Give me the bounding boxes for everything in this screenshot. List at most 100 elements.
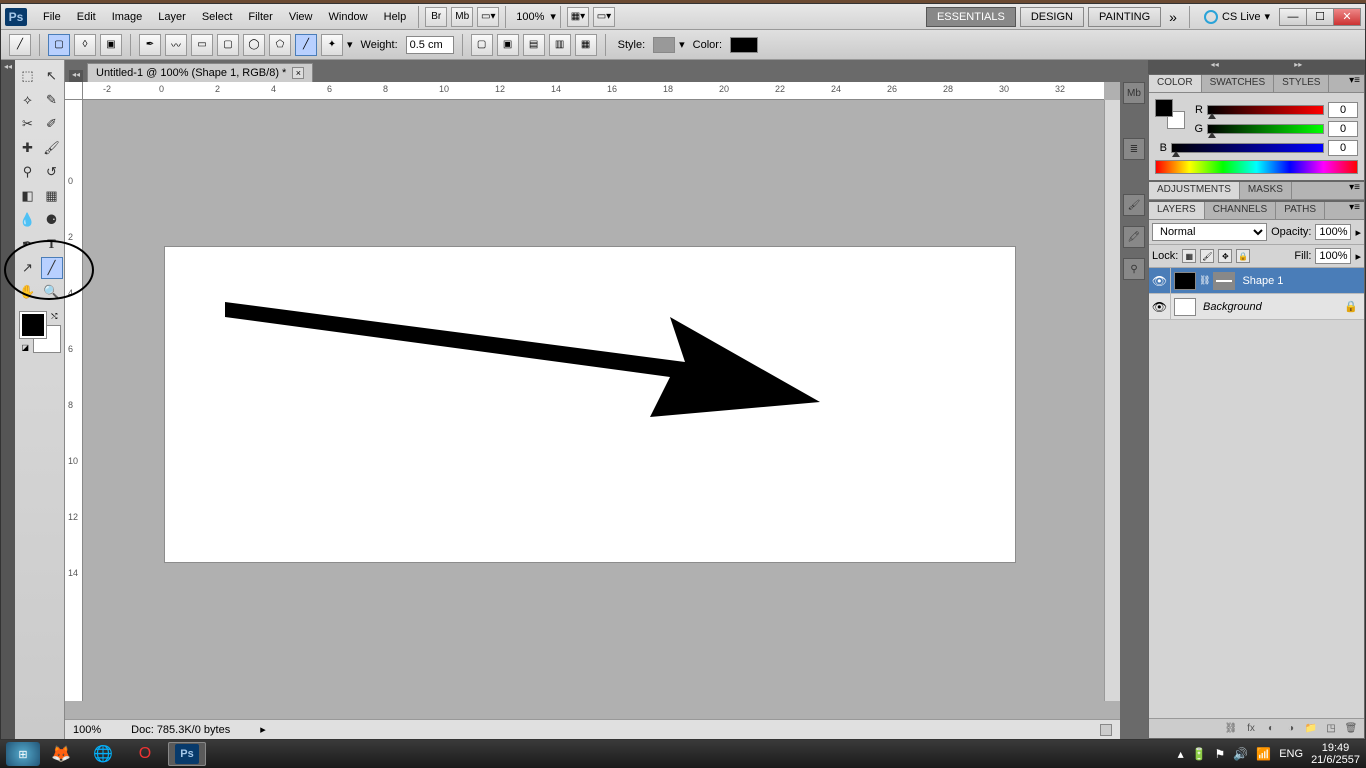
lock-image-icon[interactable]: 🖌 [1200, 249, 1214, 263]
blur-tool[interactable]: 💧 [17, 209, 39, 231]
lock-transparent-icon[interactable]: ▦ [1182, 249, 1196, 263]
quick-select-tool[interactable]: ✎ [41, 89, 63, 111]
menu-window[interactable]: Window [321, 7, 376, 27]
minibridge-panel-icon[interactable]: Mb [1123, 82, 1145, 104]
horizontal-ruler[interactable]: -202468101214161820222426283032 [83, 82, 1104, 100]
tab-paths[interactable]: PATHS [1276, 202, 1325, 219]
mode-intersect-icon[interactable]: ▥ [549, 34, 571, 56]
menu-file[interactable]: File [35, 7, 69, 27]
g-input[interactable] [1328, 121, 1358, 137]
clock[interactable]: 19:49 21/6/2557 [1311, 742, 1360, 766]
layer-row-background[interactable]: 👁 Background 🔒 [1149, 294, 1364, 320]
ruler-corner[interactable] [65, 82, 83, 100]
tool-preset-icon[interactable]: ╱ [9, 34, 31, 56]
rect-icon[interactable]: ▭ [191, 34, 213, 56]
menu-filter[interactable]: Filter [240, 7, 280, 27]
weight-input[interactable] [406, 36, 454, 54]
panel-collapse-strip[interactable]: ◂◂ ▸▸ [1148, 60, 1365, 74]
color-spectrum[interactable] [1155, 160, 1358, 174]
language-indicator[interactable]: ENG [1279, 748, 1303, 760]
eraser-tool[interactable]: ◧ [17, 185, 39, 207]
mode-exclude-icon[interactable]: ▦ [575, 34, 597, 56]
fill-pixels-icon[interactable]: ▣ [100, 34, 122, 56]
history-panel-icon[interactable]: ≣ [1123, 138, 1145, 160]
layer-thumb[interactable] [1174, 298, 1196, 316]
move-tool[interactable]: ⬚ [17, 65, 39, 87]
photoshop-task-icon[interactable]: Ps [168, 742, 206, 766]
r-input[interactable] [1328, 102, 1358, 118]
status-docsize[interactable]: Doc: 785.3K/0 bytes [131, 724, 230, 736]
g-slider[interactable] [1207, 124, 1324, 134]
tab-styles[interactable]: STYLES [1274, 75, 1329, 92]
blend-mode-select[interactable]: Normal [1152, 223, 1267, 241]
polygon-icon[interactable]: ⬠ [269, 34, 291, 56]
fill-input[interactable] [1315, 248, 1351, 264]
layer-thumb[interactable] [1174, 272, 1196, 290]
shape-layers-icon[interactable]: ▢ [48, 34, 70, 56]
menu-select[interactable]: Select [194, 7, 241, 27]
color-swatch[interactable] [730, 37, 758, 53]
vertical-scrollbar[interactable] [1104, 100, 1120, 701]
new-layer-icon[interactable]: ◳ [1324, 722, 1338, 736]
default-colors-icon[interactable]: ◪ [22, 343, 30, 352]
collapse-strip-tab[interactable]: ◂◂ [69, 70, 83, 82]
tab-swatches[interactable]: SWATCHES [1202, 75, 1275, 92]
workspace-design[interactable]: DESIGN [1020, 7, 1084, 27]
gradient-tool[interactable]: ▦ [41, 185, 63, 207]
firefox-icon[interactable]: 🦊 [42, 742, 80, 766]
type-tool[interactable]: T [41, 233, 63, 255]
visibility-icon[interactable]: 👁 [1149, 268, 1171, 293]
hand-tool[interactable]: ✋ [17, 281, 39, 303]
paths-icon[interactable]: ◊ [74, 34, 96, 56]
crop-tool[interactable]: ✂ [17, 113, 39, 135]
tab-close-icon[interactable]: × [292, 67, 304, 79]
flag-icon[interactable]: ⚑ [1215, 747, 1226, 761]
lock-all-icon[interactable]: 🔒 [1236, 249, 1250, 263]
opera-icon[interactable]: O [126, 742, 164, 766]
screen-mode-icon[interactable]: ▭▾ [477, 7, 499, 27]
document-tab[interactable]: Untitled-1 @ 100% (Shape 1, RGB/8) * × [87, 63, 313, 82]
tray-expand-icon[interactable]: ▴ [1178, 747, 1184, 761]
dodge-tool[interactable]: ⚈ [41, 209, 63, 231]
panel-fg-color[interactable] [1155, 99, 1173, 117]
minibridge-icon[interactable]: Mb [451, 7, 473, 27]
bridge-icon[interactable]: Br [425, 7, 447, 27]
status-scroll-icon[interactable] [1100, 724, 1112, 736]
swap-colors-icon[interactable]: ⤭ [51, 312, 57, 322]
panel-menu-icon[interactable]: ▾≡ [1345, 75, 1364, 92]
clone-panel-icon[interactable]: ⚲ [1123, 258, 1145, 280]
brush-presets-panel-icon[interactable]: 🖍 [1123, 226, 1145, 248]
line-tool-icon[interactable]: ╱ [295, 34, 317, 56]
freeform-pen-icon[interactable]: 〰 [165, 34, 187, 56]
close-button[interactable]: ✕ [1333, 8, 1361, 26]
layer-name[interactable]: Shape 1 [1238, 275, 1287, 287]
opacity-input[interactable] [1315, 224, 1351, 240]
layer-name[interactable]: Background [1199, 301, 1266, 313]
rounded-rect-icon[interactable]: ▢ [217, 34, 239, 56]
collapse-strip-left[interactable]: ◂◂ [1, 60, 15, 739]
mode-new-icon[interactable]: ▢ [471, 34, 493, 56]
tab-layers[interactable]: LAYERS [1149, 202, 1205, 219]
panel-menu-icon[interactable]: ▾≡ [1345, 202, 1364, 219]
battery-icon[interactable]: 🔋 [1192, 747, 1207, 761]
menu-layer[interactable]: Layer [150, 7, 194, 27]
vertical-ruler[interactable]: 02468101214 [65, 100, 83, 701]
workspace-essentials[interactable]: ESSENTIALS [926, 7, 1016, 27]
eyedropper-tool[interactable]: ✐ [41, 113, 63, 135]
zoom-tool[interactable]: 🔍 [41, 281, 63, 303]
r-slider[interactable] [1207, 105, 1324, 115]
menu-edit[interactable]: Edit [69, 7, 104, 27]
mode-subtract-icon[interactable]: ▤ [523, 34, 545, 56]
menu-view[interactable]: View [281, 7, 321, 27]
brush-tool[interactable]: 🖌 [41, 137, 63, 159]
arrange-documents-icon[interactable]: ▦▾ [567, 7, 589, 27]
pen-icon[interactable]: ✒ [139, 34, 161, 56]
cslive-button[interactable]: CS Live ▾ [1198, 10, 1276, 24]
visibility-icon[interactable]: 👁 [1149, 294, 1171, 319]
pen-tool[interactable]: ✒ [17, 233, 39, 255]
b-slider[interactable] [1171, 143, 1324, 153]
link-layers-icon[interactable]: ⛓ [1224, 722, 1238, 736]
vector-mask-thumb[interactable] [1213, 272, 1235, 290]
lock-position-icon[interactable]: ✥ [1218, 249, 1232, 263]
network-icon[interactable]: 📶 [1256, 747, 1271, 761]
